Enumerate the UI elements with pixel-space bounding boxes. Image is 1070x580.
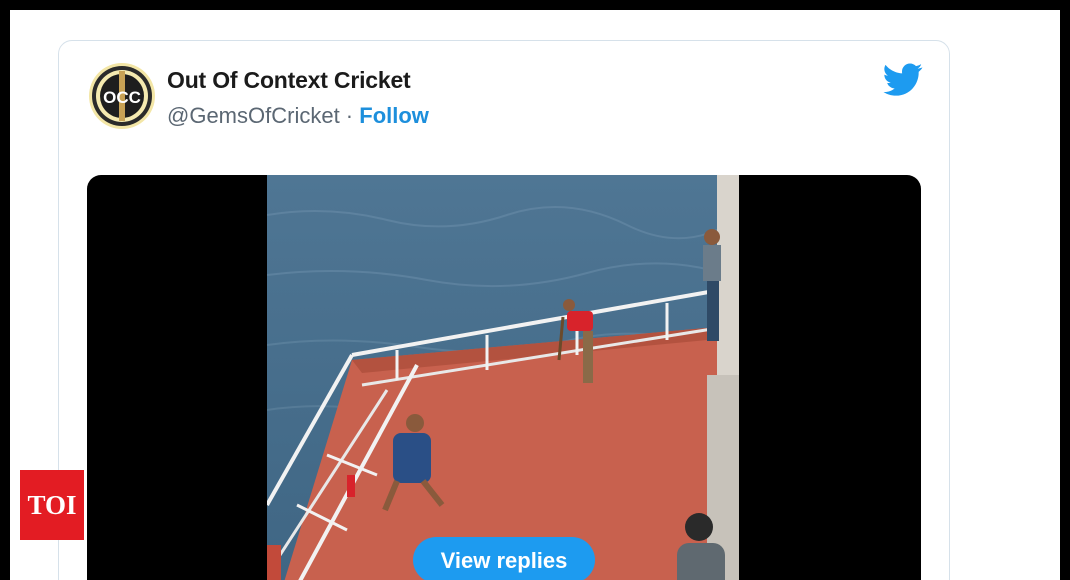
author-handle-line: @GemsOfCricket · Follow bbox=[167, 103, 429, 129]
author-name[interactable]: Out Of Context Cricket bbox=[167, 67, 411, 94]
page-background: OCC Out Of Context Cricket @GemsOfCricke… bbox=[10, 10, 1060, 580]
embedded-tweet-card[interactable]: OCC Out Of Context Cricket @GemsOfCricke… bbox=[58, 40, 950, 580]
avatar[interactable]: OCC bbox=[89, 63, 155, 129]
follow-button[interactable]: Follow bbox=[359, 103, 429, 128]
tweet-media[interactable]: View replies bbox=[87, 175, 921, 580]
author-handle[interactable]: @GemsOfCricket bbox=[167, 103, 340, 128]
twitter-bird-icon[interactable] bbox=[883, 63, 923, 97]
separator-dot: · bbox=[339, 103, 360, 128]
video-frame[interactable] bbox=[267, 175, 739, 580]
occ-logo-icon: OCC bbox=[92, 66, 152, 126]
svg-text:OCC: OCC bbox=[103, 88, 141, 107]
view-replies-button[interactable]: View replies bbox=[413, 537, 595, 580]
toi-watermark-logo: TOI bbox=[20, 470, 84, 540]
